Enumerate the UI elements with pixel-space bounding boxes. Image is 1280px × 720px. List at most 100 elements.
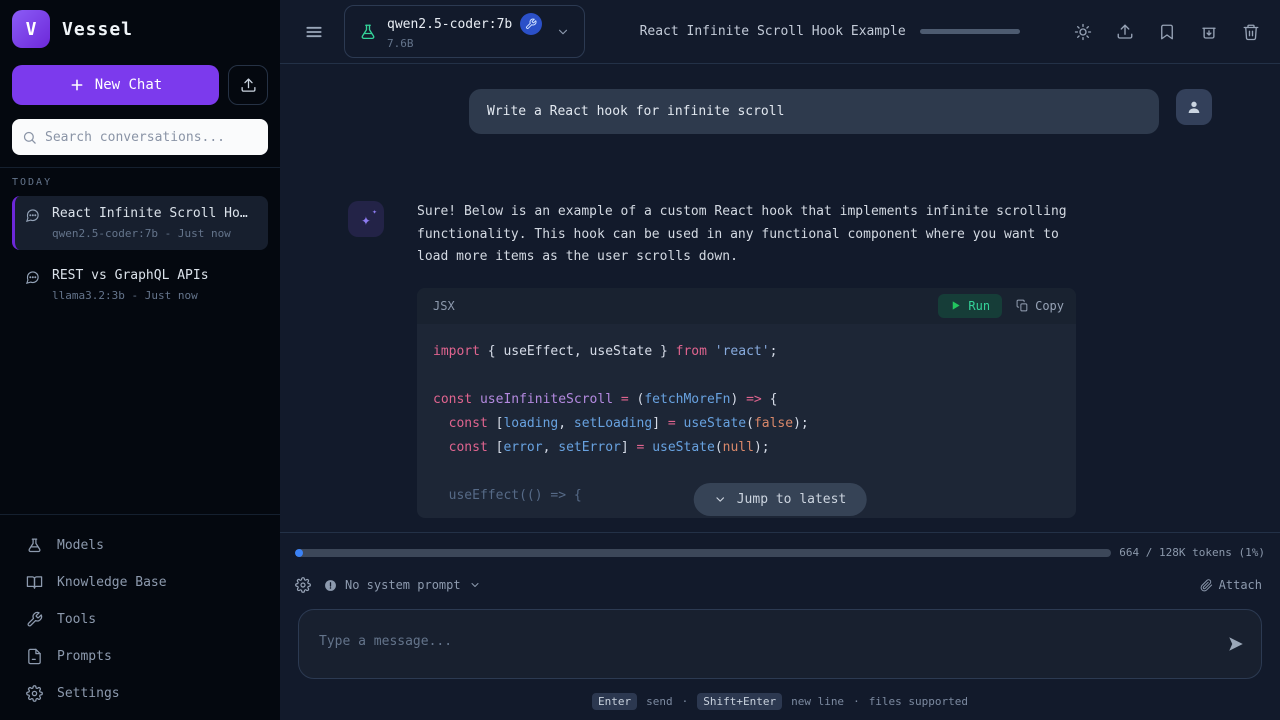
- hint-separator: ·: [682, 695, 689, 708]
- assistant-content: Sure! Below is an example of a custom Re…: [417, 201, 1076, 518]
- assistant-message-row: ✦ ✦ Sure! Below is an example of a custo…: [280, 201, 1280, 518]
- main-panel: qwen2.5-coder:7b 7.6B React Infinite Scr…: [280, 0, 1280, 720]
- person-icon: [1186, 99, 1202, 115]
- message-input[interactable]: [319, 634, 1201, 649]
- new-chat-button[interactable]: New Chat: [12, 65, 219, 105]
- run-label: Run: [968, 299, 990, 313]
- hint-separator: ·: [853, 695, 860, 708]
- composer-settings-button[interactable]: [295, 577, 311, 593]
- tools-icon: [26, 611, 43, 628]
- document-icon: [26, 648, 43, 665]
- upload-icon: [240, 77, 257, 94]
- code-language-label: JSX: [433, 299, 455, 313]
- conversation-item-rest-vs-graphql[interactable]: REST vs GraphQL APIs llama3.2:3b - Just …: [12, 258, 268, 312]
- jump-to-latest-label: Jump to latest: [737, 492, 847, 507]
- enter-kbd: Enter: [592, 693, 637, 710]
- user-message-row: Write a React hook for infinite scroll: [280, 89, 1280, 134]
- theme-toggle-button[interactable]: [1074, 23, 1092, 41]
- user-avatar: [1176, 89, 1212, 125]
- copy-code-button[interactable]: Copy: [1016, 299, 1064, 313]
- system-prompt-row: No system prompt Attach: [280, 563, 1280, 593]
- conversation-item-react-infinite-scroll[interactable]: React Infinite Scroll Hook Ex… qwen2.5-c…: [12, 196, 268, 250]
- brand-name: Vessel: [62, 19, 133, 40]
- conversation-title: React Infinite Scroll Hook Ex…: [52, 206, 252, 221]
- system-prompt-selector[interactable]: No system prompt: [324, 578, 481, 592]
- model-selector[interactable]: qwen2.5-coder:7b 7.6B: [344, 5, 585, 58]
- bookmark-icon: [1158, 23, 1176, 41]
- share-chat-button[interactable]: [1116, 23, 1134, 41]
- import-chat-button[interactable]: [228, 65, 268, 105]
- search-icon: [22, 130, 37, 145]
- trash-icon: [1242, 23, 1260, 41]
- archive-chat-button[interactable]: [1200, 23, 1218, 41]
- topbar-actions: [1074, 23, 1260, 41]
- sidebar-item-knowledge-base[interactable]: Knowledge Base: [0, 564, 280, 601]
- bookmark-chat-button[interactable]: [1158, 23, 1176, 41]
- gear-icon: [295, 577, 311, 593]
- conversation-search[interactable]: [12, 119, 268, 155]
- sidebar-item-prompts[interactable]: Prompts: [0, 638, 280, 675]
- flask-icon: [359, 23, 377, 41]
- nav-label: Models: [57, 538, 104, 553]
- upload-icon: [1116, 23, 1134, 41]
- context-usage-bar: [920, 29, 1020, 34]
- info-icon: [324, 579, 337, 592]
- play-icon: [950, 300, 961, 311]
- attach-label: Attach: [1219, 578, 1262, 592]
- wrench-icon: [525, 18, 537, 30]
- conversation-meta: llama3.2:3b - Just now: [52, 289, 209, 302]
- attach-file-button[interactable]: Attach: [1200, 578, 1262, 592]
- run-code-button[interactable]: Run: [938, 294, 1002, 318]
- jump-to-latest-button[interactable]: Jump to latest: [694, 483, 867, 516]
- search-input[interactable]: [45, 130, 258, 145]
- chat-bubble-icon: [25, 208, 40, 227]
- nav-label: Tools: [57, 612, 96, 627]
- sparkle-icon: ✦: [372, 207, 377, 216]
- sparkle-icon: ✦: [361, 210, 371, 229]
- chevron-down-icon: [469, 579, 481, 591]
- sidebar-item-tools[interactable]: Tools: [0, 601, 280, 638]
- page-title: React Infinite Scroll Hook Example: [640, 24, 906, 39]
- system-prompt-label: No system prompt: [345, 578, 461, 592]
- app-window: V Vessel New Chat TODAY: [0, 0, 1280, 720]
- token-usage-fill: [295, 549, 303, 557]
- sidebar-item-models[interactable]: Models: [0, 527, 280, 564]
- sidebar-item-settings[interactable]: Settings: [0, 675, 280, 712]
- flask-icon: [26, 537, 43, 554]
- keyboard-hints: Enter send · Shift+Enter new line · file…: [280, 693, 1280, 710]
- model-name: qwen2.5-coder:7b: [387, 17, 512, 32]
- sidebar-toggle-button[interactable]: [304, 22, 324, 42]
- nav-label: Prompts: [57, 649, 112, 664]
- sidebar-actions: New Chat: [0, 56, 280, 105]
- copy-icon: [1016, 299, 1029, 312]
- user-message-bubble: Write a React hook for infinite scroll: [469, 89, 1159, 134]
- send-button[interactable]: [1227, 635, 1245, 653]
- paperclip-icon: [1200, 579, 1213, 592]
- files-hint: files supported: [869, 695, 968, 708]
- token-usage-track: [295, 549, 1111, 557]
- enter-hint: send: [646, 695, 673, 708]
- new-chat-label: New Chat: [95, 77, 162, 93]
- nav-label: Settings: [57, 686, 120, 701]
- topbar: qwen2.5-coder:7b 7.6B React Infinite Scr…: [280, 0, 1280, 64]
- model-size: 7.6B: [387, 37, 542, 50]
- sidebar-bottom-nav: Models Knowledge Base Tools Prompts Sett…: [0, 514, 280, 720]
- conversation-meta: qwen2.5-coder:7b - Just now: [52, 227, 252, 240]
- code-actions: Run Copy: [938, 294, 1064, 318]
- conversation-title: REST vs GraphQL APIs: [52, 268, 209, 283]
- chevron-down-icon: [714, 493, 727, 506]
- archive-icon: [1200, 23, 1218, 41]
- gear-icon: [26, 685, 43, 702]
- menu-icon: [304, 22, 324, 42]
- chat-scroll-area[interactable]: Write a React hook for infinite scroll ✦…: [280, 64, 1280, 532]
- section-label-today: TODAY: [0, 168, 280, 196]
- assistant-message-text: Sure! Below is an example of a custom Re…: [417, 201, 1076, 269]
- message-input-box[interactable]: [298, 609, 1262, 679]
- vessel-logo-icon: V: [12, 10, 50, 48]
- delete-chat-button[interactable]: [1242, 23, 1260, 41]
- book-icon: [26, 574, 43, 591]
- nav-label: Knowledge Base: [57, 575, 167, 590]
- copy-label: Copy: [1035, 299, 1064, 313]
- shift-enter-kbd: Shift+Enter: [697, 693, 782, 710]
- tool-capable-badge: [520, 13, 542, 35]
